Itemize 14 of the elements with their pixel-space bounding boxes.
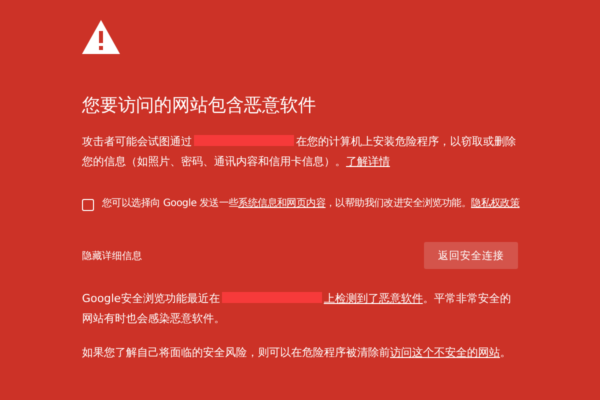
report-consent-text: 您可以选择向 Google 发送一些系统信息和网页内容，以帮助我们改进安全浏览功能。隐私权政策 [102, 196, 520, 211]
back-to-safety-button[interactable]: 返回安全连接 [424, 242, 518, 269]
warning-icon [82, 20, 120, 54]
link[interactable]: 系统信息和网页内容 [238, 198, 326, 209]
warning-text: 攻击者可能会试图通过 在您的计算机上安装危险程序，以窃取或删除您的信息（如照片、密码、通讯内容和信用卡信息）。了解详情 [82, 134, 517, 170]
checkbox[interactable] [82, 199, 94, 211]
link[interactable]: 上检测到了恶意软件 [324, 292, 423, 305]
page-title: 您要访问的网站包含恶意软件 [82, 94, 317, 118]
link[interactable]: 访问这个不安全的网站 [390, 346, 500, 359]
link[interactable]: 了解详情 [346, 155, 390, 168]
link[interactable]: 隐私权政策 [471, 198, 520, 209]
details-text: 如果您了解自己将面临的安全风险，则可以在危险程序被清除前访问这个不安全的网站。 [82, 345, 512, 361]
details-text: Google安全浏览功能最近在 上检测到了恶意软件。平常非常安全的网站有时也会感染恶意软件。 [82, 291, 512, 327]
hide-details-link[interactable]: 隐藏详细信息 [82, 248, 142, 262]
